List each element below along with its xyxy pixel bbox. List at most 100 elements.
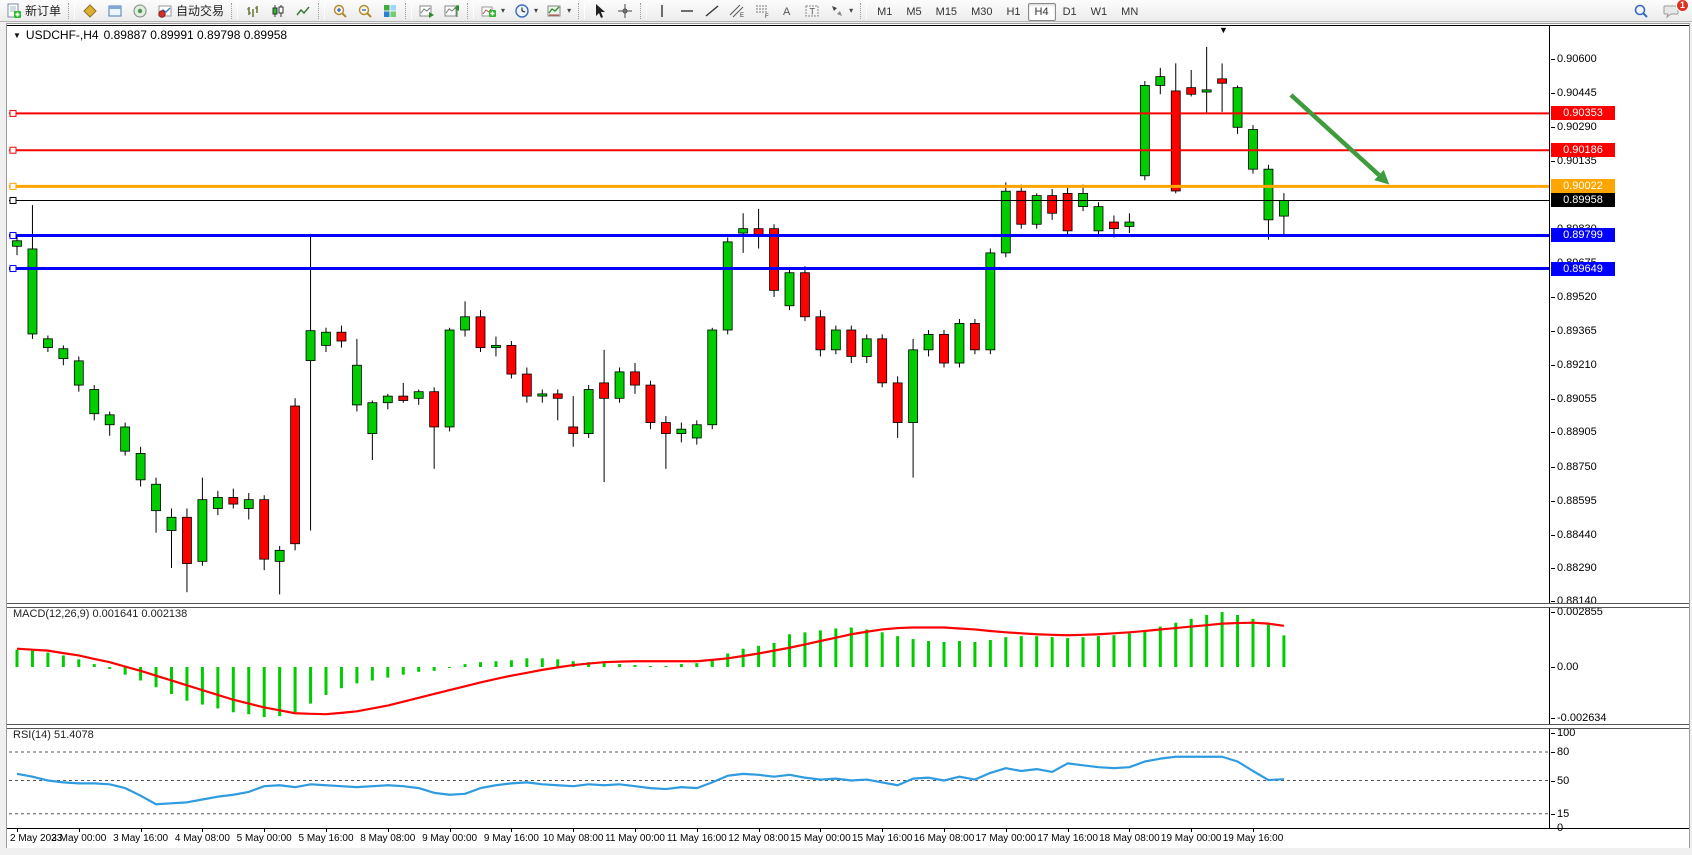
vertical-line-tool-button[interactable] [650,2,674,20]
one-click-collapse-icon[interactable]: ▼ [13,31,21,40]
candlestick-mode-button[interactable] [266,2,290,20]
chart-shift-button[interactable] [440,2,464,20]
time-axis-label[interactable]: 11 May 16:00 [667,833,727,844]
line-anchor-handle[interactable] [10,197,16,203]
candle [352,339,361,412]
time-axis-label[interactable]: 11 May 00:00 [605,833,665,844]
candle [816,310,825,356]
timeframe-w1-button[interactable]: W1 [1084,3,1115,21]
timeframe-h1-button[interactable]: H1 [999,3,1027,21]
price-axis-tick: 0.88440 [1557,529,1597,541]
periods-button[interactable]: ▾ [510,2,542,20]
line-chart-mode-button[interactable] [291,2,315,20]
zoom-out-button[interactable] [353,2,377,20]
navigator-button[interactable] [128,2,152,20]
candle [213,491,222,515]
candle [1187,70,1196,96]
time-axis-label[interactable]: 4 May 08:00 [175,833,230,844]
candle [600,350,609,482]
macd-histogram-bar [819,630,822,667]
price-axis-tick: 0.90445 [1557,87,1597,99]
timeframe-mn-button[interactable]: MN [1114,3,1145,21]
time-axis-label[interactable]: 15 May 00:00 [790,833,851,844]
panel-separator[interactable] [7,724,1689,729]
macd-histogram-bar [494,661,497,667]
timeframe-m15-button[interactable]: M15 [929,3,964,21]
time-axis-tick [326,828,327,832]
search-button[interactable] [1629,2,1653,20]
toolbar-grip [405,3,412,19]
tile-windows-icon [382,3,398,19]
equidistant-channel-tool-button[interactable]: E [725,2,749,20]
time-axis-label[interactable]: 5 May 16:00 [298,833,353,844]
time-axis-label[interactable]: 9 May 16:00 [484,833,539,844]
templates-button[interactable]: ▾ [543,2,575,20]
rsi-axis-tick: 80 [1557,746,1569,758]
macd-histogram-bar [1205,615,1208,667]
candle [1094,202,1103,235]
time-axis-label[interactable]: 5 May 00:00 [237,833,292,844]
timeframe-m5-button[interactable]: M5 [899,3,928,21]
chart-window[interactable]: ▼ USDCHF-,H4 0.89887 0.89991 0.89798 0.8… [6,23,1690,850]
timeframe-m30-button[interactable]: M30 [964,3,999,21]
line-anchor-handle[interactable] [10,266,16,272]
candle [322,328,331,352]
autotrading-button[interactable]: 自动交易 [153,2,228,20]
candle [785,268,794,310]
tile-windows-button[interactable] [378,2,402,20]
cursor-tool-button[interactable] [588,2,612,20]
chart-shift-marker-icon[interactable]: ▼ [1219,25,1228,35]
market-watch-button[interactable] [78,2,102,20]
line-anchor-handle[interactable] [10,110,16,116]
line-anchor-handle[interactable] [10,147,16,153]
time-axis-label[interactable]: 18 May 08:00 [1099,833,1160,844]
timeframe-d1-button[interactable]: D1 [1056,3,1084,21]
time-axis-label[interactable]: 3 May 00:00 [51,833,106,844]
crosshair-tool-button[interactable] [613,2,637,20]
time-axis-label[interactable]: 9 May 00:00 [422,833,477,844]
data-window-button[interactable] [103,2,127,20]
trendline-tool-button[interactable] [700,2,724,20]
vertical-line-icon [654,3,670,19]
time-axis-tick [141,828,142,832]
timeframe-h4-button[interactable]: H4 [1028,3,1056,21]
chart-frame-top [7,25,1689,26]
time-axis-label[interactable]: 3 May 16:00 [113,833,168,844]
zoom-in-button[interactable] [328,2,352,20]
time-axis-label[interactable]: 17 May 00:00 [975,833,1036,844]
fibonacci-tool-button[interactable]: F [750,2,774,20]
arrows-tool-button[interactable]: ▾ [825,2,857,20]
notifications-button[interactable]: 1 [1659,2,1684,20]
candle [1264,165,1273,240]
text-tool-button[interactable]: A [775,2,799,20]
line-anchor-handle[interactable] [10,183,16,189]
time-axis-label[interactable]: 17 May 16:00 [1037,833,1098,844]
panel-separator[interactable] [7,603,1689,608]
time-axis-label[interactable]: 16 May 08:00 [914,833,975,844]
down-trend-arrow-annotation[interactable] [1291,95,1389,185]
time-axis-label[interactable]: 10 May 08:00 [543,833,604,844]
time-axis-tick [944,828,945,832]
main-price-chart[interactable] [7,24,1689,604]
indicators-button[interactable]: ▾ [477,2,509,20]
candlestick-icon [270,3,286,19]
time-axis-label[interactable]: 8 May 08:00 [360,833,415,844]
candle [167,508,176,567]
time-axis-label[interactable]: 19 May 00:00 [1161,833,1222,844]
bar-chart-mode-button[interactable] [241,2,265,20]
time-axis-label[interactable]: 15 May 16:00 [852,833,913,844]
auto-scroll-button[interactable] [415,2,439,20]
candle [461,301,470,336]
macd-indicator-panel[interactable] [7,606,1689,725]
line-anchor-handle[interactable] [10,232,16,238]
macd-histogram-bar [943,642,946,667]
new-order-button[interactable]: 新订单 [2,2,65,20]
time-axis-label[interactable]: 19 May 16:00 [1223,833,1284,844]
text-label-tool-button[interactable]: T [800,2,824,20]
candle [275,546,284,594]
candle [847,326,856,363]
timeframe-m1-button[interactable]: M1 [870,3,899,21]
rsi-indicator-panel[interactable] [7,727,1689,830]
horizontal-line-tool-button[interactable] [675,2,699,20]
time-axis-label[interactable]: 12 May 08:00 [728,833,789,844]
